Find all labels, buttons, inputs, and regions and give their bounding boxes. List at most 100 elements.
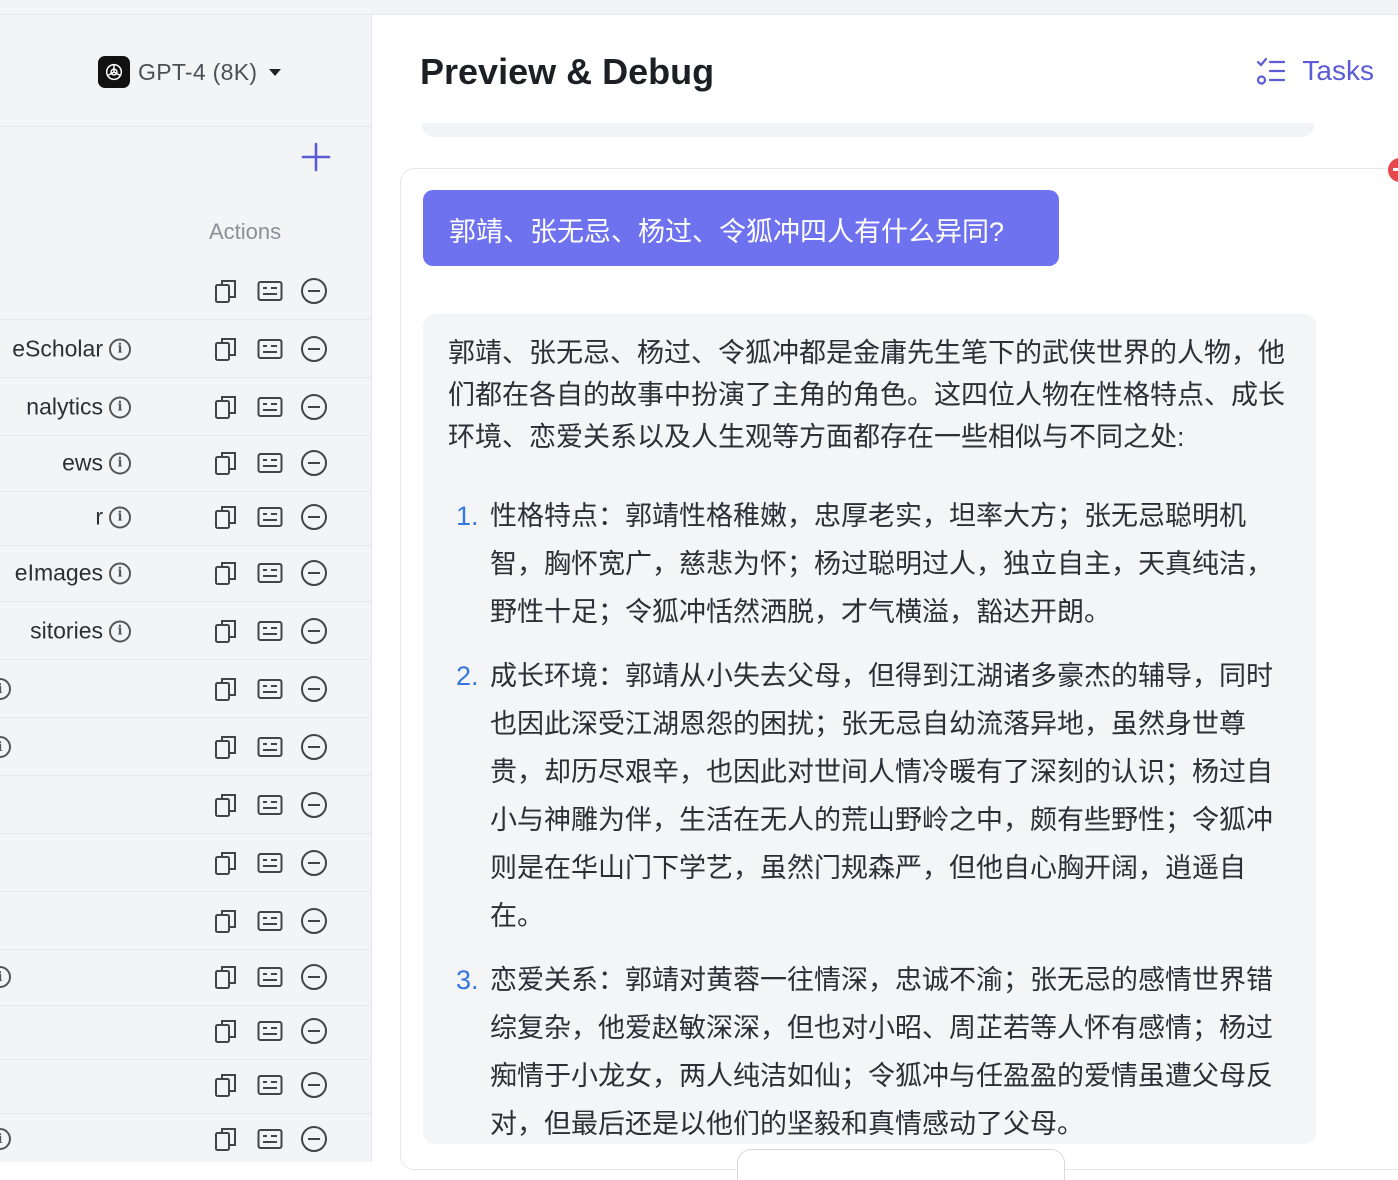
copy-icon[interactable] — [212, 791, 240, 819]
plugin-row: i — [0, 949, 371, 1006]
copy-icon[interactable] — [212, 1125, 240, 1153]
card-icon[interactable] — [256, 849, 284, 877]
card-icon[interactable] — [256, 335, 284, 363]
card-icon[interactable] — [256, 393, 284, 421]
top-bar — [0, 0, 1398, 15]
list-number: 2. — [456, 661, 479, 691]
remove-icon[interactable] — [300, 1017, 328, 1045]
info-icon[interactable]: i — [0, 736, 11, 758]
row-actions — [212, 907, 328, 935]
info-icon[interactable]: i — [0, 966, 11, 988]
copy-icon[interactable] — [212, 733, 240, 761]
copy-icon[interactable] — [212, 675, 240, 703]
plugin-row: sitories i — [0, 603, 371, 660]
answer-list: 1. 性格特点：郭靖性格稚嫩，忠厚老实，坦率大方；张无忌聪明机智，胸怀宽广，慈悲为… — [448, 492, 1288, 1144]
plugin-name-label: eScholar — [12, 335, 103, 362]
add-plugin-button[interactable] — [300, 141, 332, 173]
plugin-name: ews i — [62, 450, 131, 477]
remove-icon[interactable] — [300, 1071, 328, 1099]
row-actions — [212, 449, 328, 477]
remove-icon[interactable] — [300, 1125, 328, 1153]
copy-icon[interactable] — [212, 277, 240, 305]
plugin-row — [0, 1003, 371, 1060]
remove-icon[interactable] — [300, 393, 328, 421]
card-icon[interactable] — [256, 503, 284, 531]
info-icon[interactable]: i — [0, 1128, 11, 1150]
row-actions — [212, 733, 328, 761]
plugin-row: ri — [0, 489, 371, 546]
card-icon[interactable] — [256, 277, 284, 305]
answer-list-item: 1. 性格特点：郭靖性格稚嫩，忠厚老实，坦率大方；张无忌聪明机智，胸怀宽广，慈悲为… — [448, 492, 1288, 636]
card-icon[interactable] — [256, 963, 284, 991]
info-icon[interactable]: i — [109, 338, 131, 360]
info-icon[interactable]: i — [109, 562, 131, 584]
remove-icon[interactable] — [300, 335, 328, 363]
plugin-row: eScholar i — [0, 321, 371, 378]
row-actions — [212, 849, 328, 877]
copy-icon[interactable] — [212, 1071, 240, 1099]
remove-icon[interactable] — [300, 907, 328, 935]
card-icon[interactable] — [256, 675, 284, 703]
plugin-name: i — [0, 966, 11, 988]
card-icon[interactable] — [256, 617, 284, 645]
copy-icon[interactable] — [212, 1017, 240, 1045]
info-icon[interactable]: i — [0, 678, 11, 700]
card-icon[interactable] — [256, 733, 284, 761]
card-icon[interactable] — [256, 791, 284, 819]
copy-icon[interactable] — [212, 963, 240, 991]
remove-icon[interactable] — [300, 791, 328, 819]
remove-icon[interactable] — [300, 675, 328, 703]
tasks-label: Tasks — [1302, 55, 1374, 86]
remove-icon[interactable] — [300, 449, 328, 477]
remove-icon[interactable] — [300, 503, 328, 531]
copy-icon[interactable] — [212, 849, 240, 877]
tasks-button[interactable]: Tasks — [1256, 55, 1374, 87]
copy-icon[interactable] — [212, 907, 240, 935]
card-icon[interactable] — [256, 1125, 284, 1153]
plugin-row: i — [0, 1111, 371, 1162]
card-icon[interactable] — [256, 907, 284, 935]
copy-icon[interactable] — [212, 503, 240, 531]
plugin-name: i — [0, 1128, 11, 1150]
remove-icon[interactable] — [300, 849, 328, 877]
copy-icon[interactable] — [212, 617, 240, 645]
plugin-row — [0, 835, 371, 892]
remove-icon[interactable] — [300, 963, 328, 991]
card-icon[interactable] — [256, 559, 284, 587]
card-icon[interactable] — [256, 1017, 284, 1045]
plugin-row: nalytics i — [0, 379, 371, 436]
plugin-row — [0, 893, 371, 950]
card-icon[interactable] — [256, 449, 284, 477]
previous-message-card — [422, 123, 1314, 137]
copy-icon[interactable] — [212, 393, 240, 421]
info-icon[interactable]: i — [109, 620, 131, 642]
card-icon[interactable] — [256, 1071, 284, 1099]
list-text: 恋爱关系：郭靖对黄蓉一往情深，忠诚不渝；张无忌的感情世界错综复杂，他爱赵敏深深，… — [490, 965, 1273, 1139]
config-panel: GPT-4 (8K) Actions eScholar i nalytics i ews… — [0, 15, 372, 1162]
row-actions — [212, 1071, 328, 1099]
row-actions — [212, 503, 328, 531]
page-title: Preview & Debug — [420, 51, 715, 92]
info-icon[interactable]: i — [109, 396, 131, 418]
plugin-name: sitories i — [30, 618, 131, 645]
answer-intro: 郭靖、张无忌、杨过、令狐冲都是金庸先生笔下的武侠世界的人物，他们都在各自的故事中… — [448, 338, 1285, 452]
list-number: 3. — [456, 965, 479, 995]
row-actions — [212, 1125, 328, 1153]
info-icon[interactable]: i — [109, 506, 131, 528]
list-text: 性格特点：郭靖性格稚嫩，忠厚老实，坦率大方；张无忌聪明机智，胸怀宽广，慈悲为怀；… — [490, 501, 1273, 627]
remove-icon[interactable] — [300, 617, 328, 645]
plugin-row: i — [0, 661, 371, 718]
model-selector-row: GPT-4 (8K) — [0, 15, 371, 127]
remove-icon[interactable] — [300, 559, 328, 587]
tasks-icon — [1257, 57, 1286, 85]
model-selector[interactable]: GPT-4 (8K) — [98, 56, 282, 88]
info-icon[interactable]: i — [109, 452, 131, 474]
copy-icon[interactable] — [212, 559, 240, 587]
plugin-name: eScholar i — [12, 336, 131, 363]
copy-icon[interactable] — [212, 335, 240, 363]
remove-icon[interactable] — [300, 277, 328, 305]
model-name: GPT-4 (8K) — [138, 58, 258, 85]
copy-icon[interactable] — [212, 449, 240, 477]
remove-icon[interactable] — [300, 733, 328, 761]
input-tab[interactable] — [737, 1149, 1065, 1180]
